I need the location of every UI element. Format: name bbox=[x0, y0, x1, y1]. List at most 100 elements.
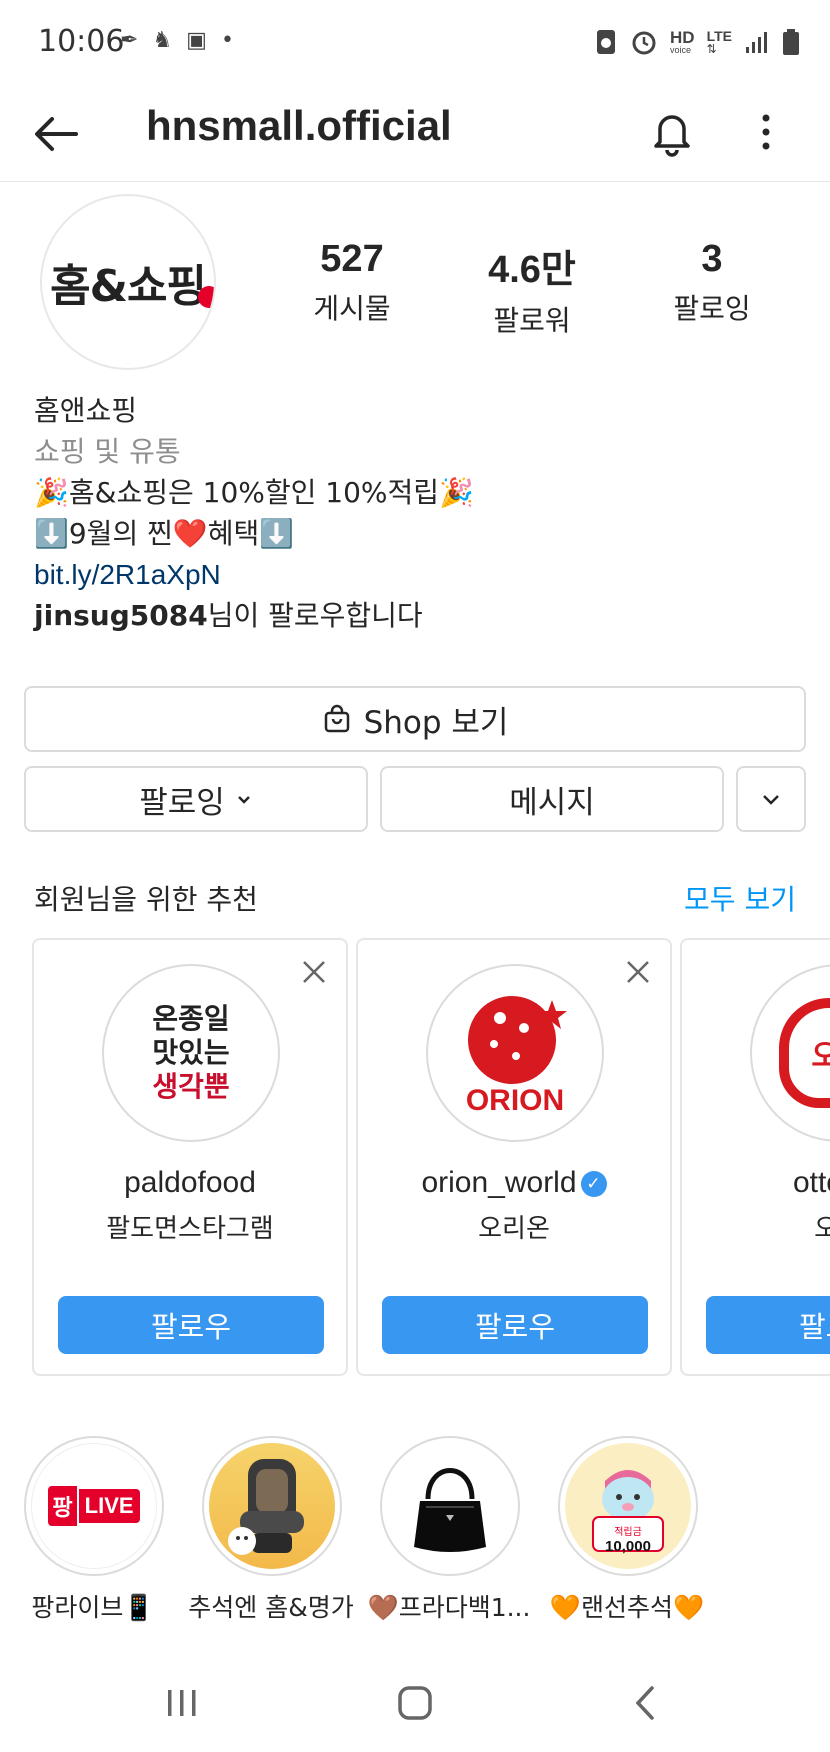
reward-badge: 적립금 10,000 bbox=[565, 1523, 691, 1555]
message-button[interactable]: 메시지 bbox=[380, 766, 724, 832]
back-arrow-icon bbox=[35, 117, 78, 151]
more-options-button[interactable] bbox=[748, 104, 784, 160]
shopping-bag-icon bbox=[324, 704, 349, 733]
highlight-circle bbox=[380, 1436, 520, 1576]
suggestion-card: ORION orion_world ✓ 오리온 팔로우 bbox=[356, 938, 672, 1376]
profile-bio: 홈앤쇼핑 쇼핑 및 유통 🎉홈&쇼핑은 10%할인 10%적립🎉 ⬇️9월의 찐… bbox=[34, 390, 814, 636]
live-badge: 팡 LIVE bbox=[48, 1486, 140, 1526]
suggestion-username[interactable]: ottogi_ bbox=[682, 1166, 830, 1200]
suggestion-card: 오뚜 ottogi_ 오뚜 팔로우 bbox=[680, 938, 830, 1376]
highlight-circle bbox=[202, 1436, 342, 1576]
ottogi-logo-text: 오뚜 bbox=[811, 1031, 830, 1075]
followed-by-text: 님이 팔로우합니다 bbox=[207, 599, 423, 632]
stat-value: 527 bbox=[320, 238, 384, 280]
system-back-button[interactable] bbox=[616, 1678, 676, 1728]
highlight-circle: 적립금 10,000 bbox=[558, 1436, 698, 1576]
lte-icon: LTE ⇅ bbox=[706, 28, 732, 56]
highlight-label: 팡라이브📱 bbox=[31, 1593, 155, 1622]
avatar-logo-text: 홈&쇼핑 bbox=[50, 261, 207, 312]
follow-button[interactable]: 팔로우 bbox=[58, 1296, 324, 1354]
followed-by-username: jinsug5084 bbox=[34, 599, 208, 632]
avatar-line: 온종일 bbox=[152, 1002, 230, 1035]
sy-app-icon: ▣ bbox=[186, 28, 207, 53]
stat-followers[interactable]: 4.6만 팔로워 bbox=[442, 238, 622, 339]
profile-header: hnsmall.official bbox=[0, 86, 830, 182]
back-button[interactable] bbox=[30, 108, 82, 160]
avatar-line: 맛있는 bbox=[152, 1036, 230, 1069]
bio-category: 쇼핑 및 유통 bbox=[34, 435, 181, 468]
highlight-label: 추석엔 홈&명가 bbox=[188, 1593, 354, 1622]
shop-button-label: Shop 보기 bbox=[363, 704, 509, 741]
suggestion-cards[interactable]: 온종일 맛있는 생각뿐 paldofood 팔도면스타그램 팔로우 ORION … bbox=[32, 938, 830, 1378]
shop-button[interactable]: Shop 보기 bbox=[24, 686, 806, 752]
dot-icon: • bbox=[220, 28, 234, 53]
live-badge-left: 팡 bbox=[48, 1486, 77, 1526]
massage-chair-image bbox=[228, 1459, 304, 1555]
feather-icon: ✒ bbox=[120, 28, 139, 53]
close-icon bbox=[627, 961, 649, 983]
follow-button[interactable]: 팔로우 bbox=[706, 1296, 830, 1354]
bio-name: 홈앤쇼핑 bbox=[34, 394, 138, 427]
highlight-cover: 적립금 10,000 bbox=[565, 1443, 691, 1569]
followed-by[interactable]: jinsug5084님이 팔로우합니다 bbox=[34, 595, 814, 636]
system-status-icons: HD voice LTE ⇅ bbox=[594, 28, 800, 56]
see-all-link[interactable]: 모두 보기 bbox=[684, 878, 796, 918]
dismiss-button[interactable] bbox=[298, 956, 330, 988]
chevron-down-icon bbox=[237, 796, 250, 804]
page-title: hnsmall.official bbox=[146, 102, 452, 149]
status-bar: 10:06 ✒ ♞ ▣ • HD voice LTE ⇅ bbox=[0, 0, 830, 86]
live-badge-right: LIVE bbox=[76, 1489, 140, 1523]
highlight-circle: 팡 LIVE bbox=[24, 1436, 164, 1576]
suggestion-card: 온종일 맛있는 생각뿐 paldofood 팔도면스타그램 팔로우 bbox=[32, 938, 348, 1376]
stat-value: 3 bbox=[701, 238, 723, 280]
app-notification-icon: ♞ bbox=[152, 28, 173, 53]
alarm-icon bbox=[632, 31, 656, 55]
home-button[interactable] bbox=[385, 1678, 445, 1728]
suggestion-avatar[interactable]: 온종일 맛있는 생각뿐 bbox=[102, 964, 280, 1142]
recycle-icon bbox=[597, 30, 616, 54]
status-time: 10:06 bbox=[38, 24, 125, 59]
bio-line-2: ⬇️9월의 찐❤️혜택⬇️ bbox=[34, 517, 295, 550]
story-highlights: 팡 LIVE 팡라이브📱 추석엔 홈&명가 🤎프라다백1... 적립금 10,0… bbox=[0, 1436, 830, 1626]
reward-badge-value: 10,000 bbox=[605, 1538, 651, 1555]
suggestion-username[interactable]: orion_world ✓ bbox=[358, 1166, 670, 1200]
handbag-image bbox=[414, 1468, 486, 1552]
suggestions-title: 회원님을 위한 추천 bbox=[34, 883, 258, 916]
paldo-avatar-logo: 온종일 맛있는 생각뿐 bbox=[152, 1002, 229, 1104]
stat-label: 게시물 bbox=[313, 292, 391, 325]
close-icon bbox=[303, 961, 325, 983]
following-button[interactable]: 팔로잉 bbox=[24, 766, 368, 832]
orion-logo: ORION bbox=[466, 996, 567, 1117]
notification-icons: ✒ ♞ ▣ • bbox=[120, 28, 234, 53]
follow-button[interactable]: 팔로우 bbox=[382, 1296, 648, 1354]
notifications-button[interactable] bbox=[644, 104, 700, 160]
recent-apps-icon bbox=[168, 1690, 196, 1716]
suggestion-avatar[interactable]: 오뚜 bbox=[750, 964, 830, 1142]
bio-line-1: 🎉홈&쇼핑은 10%할인 10%적립🎉 bbox=[34, 476, 474, 509]
highlight-label: 🤎프라다백1... bbox=[367, 1593, 531, 1622]
avatar-logo-dot bbox=[197, 286, 214, 308]
chevron-left-icon bbox=[635, 1686, 654, 1720]
suggestion-avatar[interactable]: ORION bbox=[426, 964, 604, 1142]
highlight-label: 🧡랜선추석🧡 bbox=[549, 1593, 705, 1622]
stat-label: 팔로워 bbox=[493, 304, 571, 337]
recent-apps-button[interactable] bbox=[152, 1678, 212, 1728]
stat-label: 팔로잉 bbox=[673, 292, 751, 325]
suggestion-username[interactable]: paldofood bbox=[34, 1166, 346, 1200]
suggestion-subtitle: 오뚜 bbox=[814, 1214, 830, 1244]
suggestions-toggle-button[interactable] bbox=[736, 766, 806, 832]
stat-following[interactable]: 3 팔로잉 bbox=[622, 238, 802, 339]
following-button-label: 팔로잉 bbox=[139, 784, 225, 821]
dismiss-button[interactable] bbox=[622, 956, 654, 988]
stat-posts[interactable]: 527 게시물 bbox=[262, 238, 442, 339]
reward-badge-title: 적립금 bbox=[614, 1527, 642, 1538]
highlight-cover bbox=[209, 1443, 335, 1569]
bell-icon bbox=[654, 115, 690, 157]
bio-link[interactable]: bit.ly/2R1aXpN bbox=[34, 554, 814, 595]
message-button-label: 메시지 bbox=[509, 784, 595, 821]
battery-icon bbox=[783, 29, 799, 55]
verified-badge-icon: ✓ bbox=[580, 1171, 607, 1197]
suggestion-username-text: orion_world bbox=[421, 1166, 577, 1199]
stat-value: 4.6만 bbox=[488, 249, 576, 291]
profile-avatar[interactable]: 홈&쇼핑 bbox=[40, 194, 216, 370]
